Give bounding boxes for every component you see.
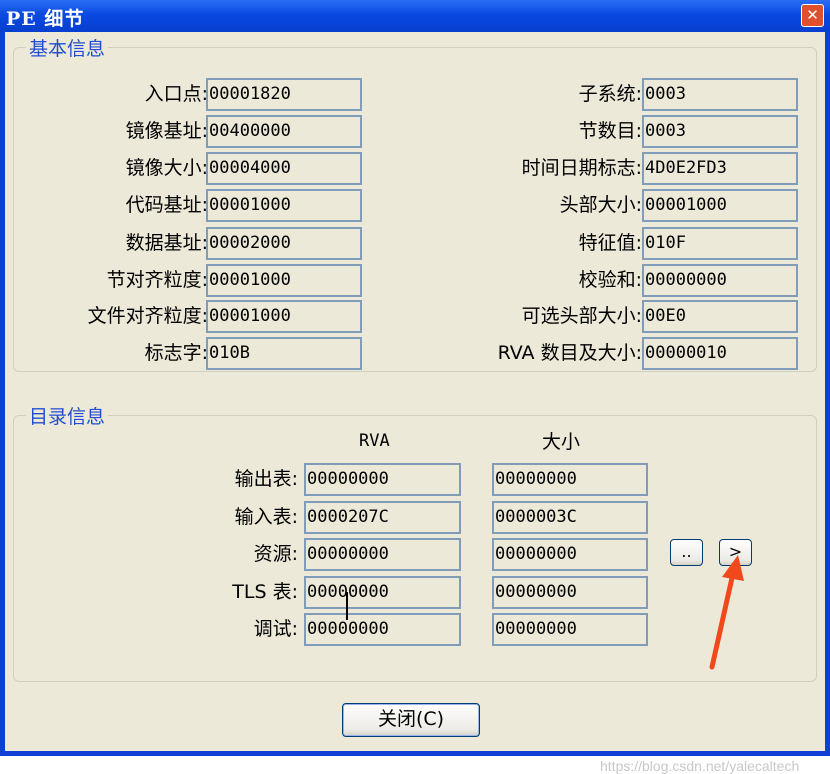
basic-right-field[interactable]: 00E0 <box>642 300 798 333</box>
basic-left-label: 镜像基址: <box>125 120 208 142</box>
directory-size-field[interactable]: 00000000 <box>492 576 648 609</box>
basic-right-label: 可选头部大小: <box>521 305 642 327</box>
basic-right-label: 节数目: <box>578 120 642 142</box>
basic-right-label: 特征值: <box>578 232 642 254</box>
directory-rva-field[interactable]: 00000000 <box>304 576 461 609</box>
close-button[interactable]: 关闭(C) <box>342 703 480 737</box>
rva-column-header: RVA <box>359 431 390 451</box>
basic-left-label: 镜像大小: <box>125 157 208 179</box>
basic-left-label: 标志字: <box>144 342 208 364</box>
directory-row-label: 输入表: <box>234 506 298 528</box>
basic-info-group: 基本信息 入口点: 00001820 镜像基址: 00400000 镜像大小: 00004… <box>13 34 817 372</box>
basic-left-field[interactable]: 00001820 <box>206 78 362 111</box>
pe-details-window: PE 细节 ✕ 基本信息 入口点: 00001820 镜像基址: 00400000 镜像… <box>0 0 830 774</box>
directory-row-label: 输出表: <box>234 468 298 490</box>
basic-left-field[interactable]: 00002000 <box>206 227 362 260</box>
size-column-header: 大小 <box>542 431 581 453</box>
directory-row-label: TLS 表: <box>232 581 298 603</box>
basic-right-label: RVA 数目及大小: <box>497 342 642 364</box>
basic-right-field[interactable]: 0003 <box>642 78 798 111</box>
text-cursor <box>346 592 348 620</box>
directory-row-label: 资源: <box>253 543 298 565</box>
basic-right-label: 校验和: <box>578 269 642 291</box>
basic-right-field[interactable]: 00001000 <box>642 189 798 222</box>
basic-left-field[interactable]: 00001000 <box>206 264 362 297</box>
close-icon[interactable]: ✕ <box>801 4 824 27</box>
basic-left-label: 节对齐粒度: <box>106 269 208 291</box>
basic-right-label: 子系统: <box>578 83 642 105</box>
basic-left-field[interactable]: 00004000 <box>206 152 362 185</box>
directory-rva-field[interactable]: 00000000 <box>304 613 461 646</box>
red-arrow-icon <box>709 555 744 670</box>
more-button[interactable]: .. <box>670 539 703 566</box>
basic-right-field[interactable]: 010F <box>642 227 798 260</box>
directory-info-legend: 目录信息 <box>26 402 109 429</box>
basic-right-field[interactable]: 00000000 <box>642 264 798 297</box>
basic-right-field[interactable]: 4D0E2FD3 <box>642 152 798 185</box>
watermark: https://blog.csdn.net/yalecaltech <box>600 758 800 774</box>
basic-left-field[interactable]: 00001000 <box>206 300 362 333</box>
window-title: PE 细节 <box>6 8 85 30</box>
directory-size-field[interactable]: 00000000 <box>492 613 648 646</box>
basic-left-field[interactable]: 010B <box>206 337 362 370</box>
directory-rva-field[interactable]: 00000000 <box>304 463 461 496</box>
directory-rva-field[interactable]: 00000000 <box>304 538 461 571</box>
title-bar[interactable]: PE 细节 ✕ <box>0 0 830 32</box>
basic-left-label: 数据基址: <box>125 232 208 254</box>
basic-right-label: 时间日期标志: <box>521 157 642 179</box>
directory-size-field[interactable]: 00000000 <box>492 463 648 496</box>
basic-left-label: 代码基址: <box>125 194 208 216</box>
basic-left-field[interactable]: 00400000 <box>206 115 362 148</box>
basic-left-label: 入口点: <box>144 83 208 105</box>
basic-info-legend: 基本信息 <box>26 34 109 61</box>
directory-size-field[interactable]: 0000003C <box>492 501 648 534</box>
basic-left-label: 文件对齐粒度: <box>87 305 208 327</box>
basic-left-field[interactable]: 00001000 <box>206 189 362 222</box>
directory-size-field[interactable]: 00000000 <box>492 538 648 571</box>
basic-right-field[interactable]: 0003 <box>642 115 798 148</box>
basic-right-label: 头部大小: <box>559 194 642 216</box>
basic-right-field[interactable]: 00000010 <box>642 337 798 370</box>
directory-info-group: 目录信息 RVA 大小 输出表: 00000000 00000000 输入表: 0000… <box>13 402 817 682</box>
directory-rva-field[interactable]: 0000207C <box>304 501 461 534</box>
directory-row-label: 调试: <box>253 618 298 640</box>
